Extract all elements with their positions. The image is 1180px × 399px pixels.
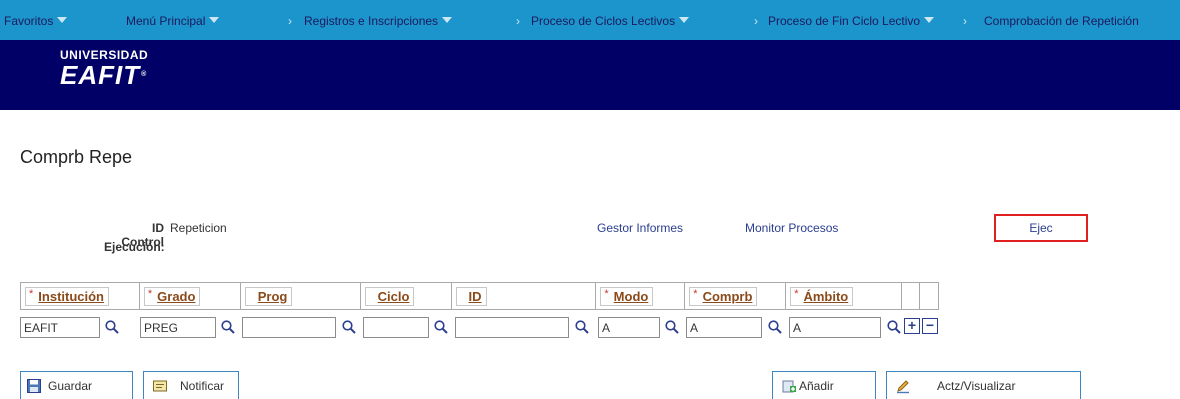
column-header-box: * Grado — [143, 287, 201, 306]
nav-menu-principal[interactable]: Menú Principal — [126, 13, 220, 29]
nav-ciclos-lectivos[interactable]: Proceso de Ciclos Lectivos — [531, 13, 690, 29]
header-banner: UNIVERSIDAD EAFIT® — [0, 40, 1180, 110]
sort-link-ambito[interactable]: Ámbito — [801, 289, 848, 304]
chevron-down-icon — [209, 17, 220, 23]
page-title: Comprb Repe — [20, 147, 133, 167]
required-indicator: * — [29, 288, 34, 300]
nav-fin-ciclo-label: Proceso de Fin Ciclo Lectivo — [768, 14, 921, 28]
grid-header-row: * Institución * Grado Prog Ciclo ID * Modo … — [20, 282, 940, 310]
chevron-down-icon — [679, 17, 690, 23]
column-header-institucion: * Institución — [21, 283, 140, 309]
column-header-ambito: * Ámbito — [786, 283, 903, 309]
nav-ciclos-label: Proceso de Ciclos Lectivos — [531, 14, 676, 28]
institucion-input[interactable] — [20, 317, 100, 338]
lookup-icon[interactable] — [341, 319, 357, 335]
breadcrumb-separator: › — [754, 14, 758, 28]
add-document-icon — [781, 378, 797, 394]
column-header-box: Prog — [244, 287, 293, 306]
column-header-box: * Comprb — [689, 287, 758, 306]
run-control-id-value: Repeticion — [170, 221, 227, 235]
notify-button-label: Notificar — [180, 379, 225, 393]
sort-link-id[interactable]: ID — [467, 289, 482, 304]
column-header-grado: * Grado — [140, 283, 241, 309]
add-button-label: Añadir — [799, 379, 834, 393]
nav-menu-principal-label: Menú Principal — [126, 14, 206, 28]
notify-icon — [152, 378, 168, 394]
nav-registros-label: Registros e Inscripciones — [304, 14, 439, 28]
column-header-ciclo: Ciclo — [361, 283, 452, 309]
required-indicator: * — [147, 288, 153, 300]
nav-comprobacion-repeticion[interactable]: Comprobación de Repetición — [984, 13, 1139, 29]
prog-input[interactable] — [242, 317, 336, 338]
comprb-input[interactable] — [686, 317, 762, 338]
breadcrumb-separator: › — [516, 14, 520, 28]
lookup-icon[interactable] — [767, 319, 783, 335]
nav-favoritos[interactable]: Favoritos — [4, 13, 68, 29]
save-button-label: Guardar — [48, 379, 93, 393]
chevron-down-icon — [442, 17, 453, 23]
edit-pencil-icon — [895, 378, 911, 394]
nav-registros[interactable]: Registros e Inscripciones — [304, 13, 453, 29]
column-header-comprb: * Comprb — [685, 283, 787, 309]
add-button[interactable]: Añadir — [772, 371, 876, 399]
run-button[interactable]: Ejec — [994, 214, 1088, 242]
breadcrumb-separator: › — [963, 14, 967, 28]
lookup-icon[interactable] — [104, 319, 120, 335]
lookup-icon[interactable] — [220, 319, 236, 335]
column-header-box: * Ámbito — [790, 287, 854, 306]
notify-button[interactable]: Notificar — [143, 371, 239, 399]
save-icon — [26, 378, 42, 394]
report-manager-link[interactable]: Gestor Informes — [597, 221, 683, 235]
id-input[interactable] — [455, 317, 569, 338]
eafit-logo[interactable]: UNIVERSIDAD EAFIT® — [60, 49, 148, 89]
logo-main-word: EAFIT — [60, 60, 141, 90]
column-header-modo: * Modo — [596, 283, 686, 309]
column-header-id: ID — [452, 283, 597, 309]
update-display-button[interactable]: Actz/Visualizar — [886, 371, 1081, 399]
lookup-icon[interactable] — [886, 319, 902, 335]
column-header-box: * Modo — [600, 287, 654, 306]
sort-link-modo[interactable]: Modo — [612, 289, 649, 304]
column-header-box: * Institución — [25, 287, 109, 306]
sort-link-grado[interactable]: Grado — [155, 289, 195, 304]
column-header-box: Ciclo — [364, 287, 415, 306]
required-indicator: * — [794, 288, 799, 300]
chevron-down-icon — [924, 17, 935, 23]
lookup-icon[interactable] — [433, 319, 449, 335]
modo-input[interactable] — [598, 317, 660, 338]
sort-link-institucion[interactable]: Institución — [36, 289, 104, 304]
delete-row-button[interactable]: − — [922, 318, 938, 334]
sort-link-prog[interactable]: Prog — [256, 289, 288, 304]
ciclo-input[interactable] — [363, 317, 429, 338]
lookup-icon[interactable] — [664, 319, 680, 335]
sort-link-comprb[interactable]: Comprb — [701, 289, 753, 304]
update-display-button-label: Actz/Visualizar — [937, 379, 1016, 393]
ambito-input[interactable] — [789, 317, 881, 338]
nav-favoritos-label: Favoritos — [4, 14, 54, 28]
column-header-add-spacer — [902, 283, 921, 309]
required-indicator: * — [604, 288, 609, 300]
top-navigation-bar: Favoritos Menú Principal › Registros e I… — [0, 0, 1180, 40]
required-indicator: * — [693, 288, 698, 300]
nav-fin-ciclo[interactable]: Proceso de Fin Ciclo Lectivo — [768, 13, 935, 29]
column-header-prog: Prog — [241, 283, 361, 309]
logo-registered-mark: ® — [141, 71, 148, 78]
chevron-down-icon — [57, 17, 68, 23]
sort-link-ciclo[interactable]: Ciclo — [376, 289, 410, 304]
logo-main-text: EAFIT® — [60, 62, 148, 88]
save-button[interactable]: Guardar — [20, 371, 133, 399]
column-header-delete-spacer — [920, 283, 940, 309]
column-header-box: ID — [455, 287, 487, 306]
grado-input[interactable] — [140, 317, 216, 338]
breadcrumb-separator: › — [288, 14, 292, 28]
add-row-button[interactable]: + — [904, 318, 920, 334]
run-control-label-line2: Ejecución: — [104, 240, 165, 254]
process-monitor-link[interactable]: Monitor Procesos — [745, 221, 838, 235]
lookup-icon[interactable] — [574, 319, 590, 335]
